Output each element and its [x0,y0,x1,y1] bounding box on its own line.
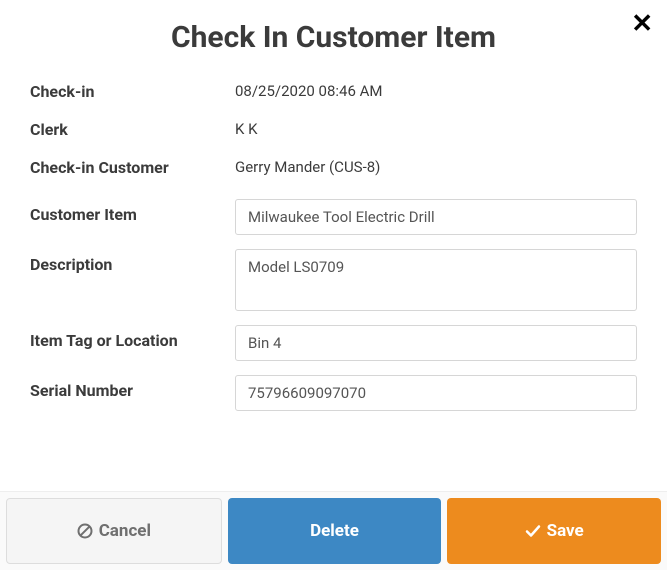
modal-body: Check-in 08/25/2020 08:46 AM Clerk K K C… [0,77,667,491]
label-checkin: Check-in [30,82,235,101]
cancel-icon [77,523,93,539]
cancel-label: Cancel [99,521,151,541]
checkin-modal: Check In Customer Item ✕ Check-in 08/25/… [0,0,667,570]
row-item: Customer Item [30,199,637,235]
close-button[interactable]: ✕ [631,10,653,36]
modal-title: Check In Customer Item [20,20,647,55]
label-description: Description [30,249,235,274]
value-checkin: 08/25/2020 08:46 AM [235,82,383,100]
label-customer: Check-in Customer [30,158,235,177]
input-description[interactable]: Model LS0709 [235,249,637,311]
value-customer: Gerry Mander (CUS-8) [235,158,380,176]
value-clerk: K K [235,120,258,138]
label-tag: Item Tag or Location [30,325,235,350]
label-item: Customer Item [30,199,235,224]
label-serial: Serial Number [30,375,235,400]
save-label: Save [547,521,584,541]
row-serial: Serial Number [30,375,637,411]
row-clerk: Clerk K K [30,115,637,143]
row-checkin: Check-in 08/25/2020 08:46 AM [30,77,637,105]
input-tag-location[interactable] [235,325,637,361]
input-customer-item[interactable] [235,199,637,235]
delete-button[interactable]: Delete [228,498,442,564]
label-clerk: Clerk [30,120,235,139]
row-description: Description Model LS0709 [30,249,637,311]
row-customer: Check-in Customer Gerry Mander (CUS-8) [30,153,637,181]
row-tag: Item Tag or Location [30,325,637,361]
modal-header: Check In Customer Item ✕ [0,0,667,77]
modal-footer: Cancel Delete Save [0,491,667,570]
close-icon: ✕ [631,10,653,36]
save-button[interactable]: Save [447,498,661,564]
input-serial-number[interactable] [235,375,637,411]
cancel-button[interactable]: Cancel [6,498,222,564]
check-icon [525,523,541,539]
delete-label: Delete [310,521,359,541]
